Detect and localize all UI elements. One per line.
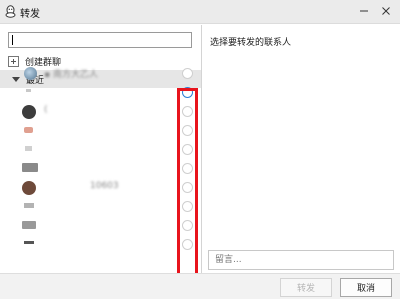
avatar (24, 127, 33, 133)
radio-column-highlight (177, 88, 198, 277)
close-icon[interactable] (380, 5, 392, 17)
contact-row[interactable] (0, 83, 201, 102)
window-title: 转发 (20, 9, 40, 20)
avatar (24, 67, 37, 80)
contact-row[interactable] (0, 235, 201, 254)
contact-list: ▪ 南方大乙人 ( 10603 (0, 64, 201, 250)
avatar (22, 105, 36, 119)
avatar (22, 163, 38, 172)
avatar (22, 181, 36, 195)
title-bar: 转发 (0, 0, 400, 24)
contact-row[interactable] (0, 140, 201, 159)
contact-name: ( (44, 105, 48, 115)
selected-contacts-pane: 选择要转发的联系人 (202, 25, 400, 273)
avatar (26, 89, 31, 92)
penguin-icon (5, 5, 16, 18)
avatar (24, 241, 34, 244)
contact-name: ▪ 南方大乙人 (44, 70, 98, 80)
select-radio[interactable] (182, 68, 193, 79)
avatar (25, 146, 32, 151)
contact-row[interactable] (0, 159, 201, 178)
avatar (22, 221, 36, 229)
contact-row[interactable] (0, 121, 201, 140)
contact-row[interactable]: 10603 (0, 178, 201, 197)
cancel-button[interactable]: 取消 (340, 278, 392, 297)
forward-button[interactable]: 转发 (280, 278, 332, 297)
contact-row[interactable] (0, 216, 201, 235)
search-input[interactable] (8, 32, 192, 48)
text-caret (12, 35, 13, 45)
footer-bar: 转发 取消 (0, 273, 400, 299)
minimize-icon[interactable] (358, 5, 370, 17)
contact-row[interactable]: ( (0, 102, 201, 121)
select-contacts-prompt: 选择要转发的联系人 (210, 38, 292, 48)
contact-row[interactable]: ▪ 南方大乙人 (0, 64, 201, 83)
message-input[interactable] (208, 250, 394, 270)
contact-name: 10603 (90, 181, 119, 191)
avatar (24, 203, 34, 208)
contact-row[interactable] (0, 197, 201, 216)
